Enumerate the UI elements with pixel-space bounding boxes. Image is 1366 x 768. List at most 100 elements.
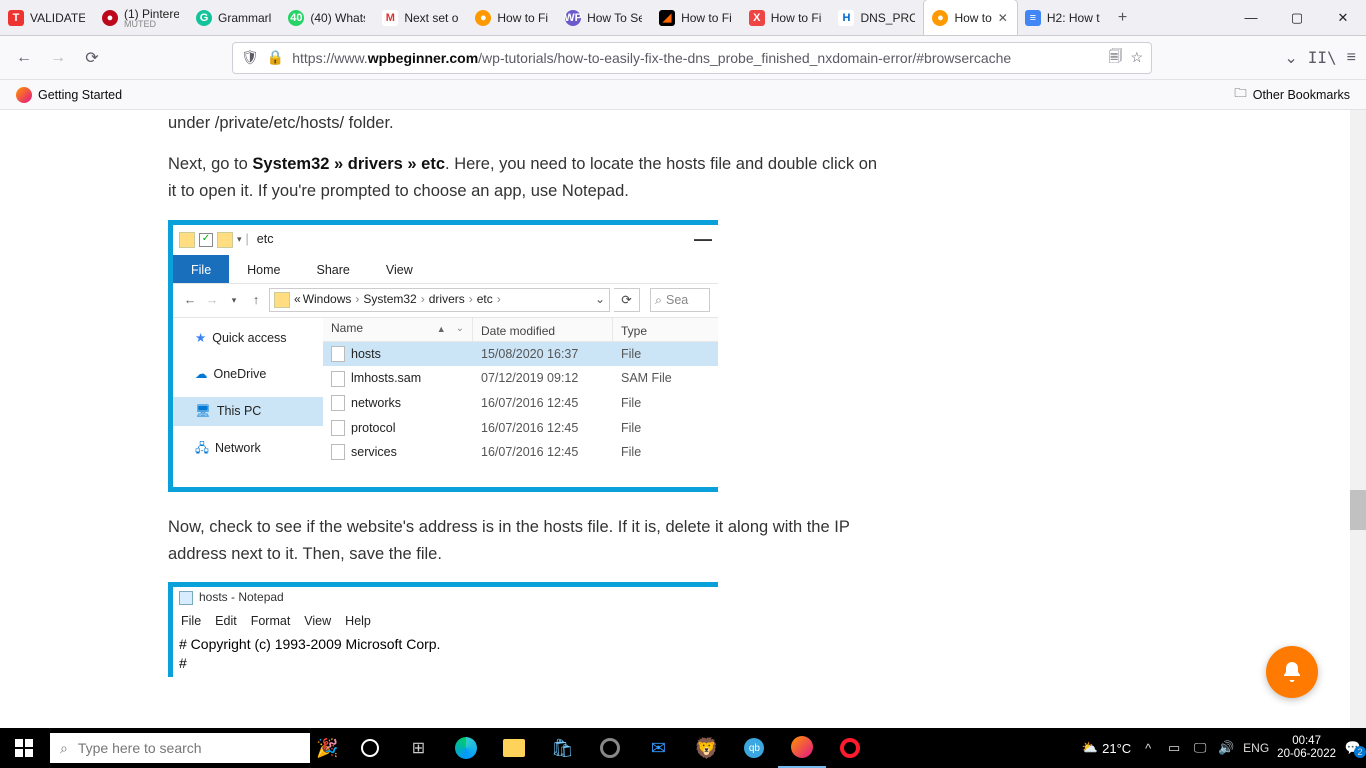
app-menu-icon[interactable]: ≡ [1347, 49, 1356, 67]
start-button[interactable] [0, 728, 48, 768]
breadcrumb[interactable]: « Windows›System32›drivers›etc› ⌄ [269, 288, 610, 312]
file-row[interactable]: networks16/07/2016 12:45File [323, 391, 718, 416]
notification-bell-button[interactable] [1266, 646, 1318, 698]
page-scrollbar[interactable] [1350, 110, 1366, 728]
browser-tab[interactable]: ◢How to Fi [651, 0, 741, 35]
scrollbar-thumb[interactable] [1350, 490, 1366, 530]
forward-button[interactable]: → [203, 290, 221, 311]
taskbar-store[interactable]: 🛍 [538, 728, 586, 768]
browser-tab[interactable]: MNext set o [374, 0, 467, 35]
explorer-search-input[interactable]: ⌕ Sea [650, 288, 710, 312]
column-header-name[interactable]: Name▲⌄ [323, 318, 473, 341]
taskbar-edge[interactable] [442, 728, 490, 768]
notepad-textarea[interactable]: # Copyright (c) 1993-2009 Microsoft Corp… [173, 634, 718, 677]
window-restore-button[interactable]: ▢ [1274, 0, 1320, 35]
taskbar-opera-gx[interactable] [586, 728, 634, 768]
menu-help[interactable]: Help [345, 611, 371, 632]
tab-close-button[interactable]: ✕ [998, 11, 1008, 25]
tray-clock[interactable]: 00:47 20-06-2022 [1277, 735, 1336, 760]
bookmark-star-icon[interactable]: ☆ [1130, 49, 1143, 66]
menu-format[interactable]: Format [251, 611, 291, 632]
tray-chevron-up-icon[interactable]: ^ [1139, 741, 1157, 756]
article-paragraph: Now, check to see if the website's addre… [168, 514, 888, 568]
window-minimize-button[interactable]: — [1228, 0, 1274, 35]
chevron-down-icon[interactable]: ⌄ [456, 321, 464, 338]
breadcrumb-segment[interactable]: drivers [429, 290, 465, 310]
file-row[interactable]: lmhosts.sam07/12/2019 09:12SAM File [323, 366, 718, 391]
browser-tab[interactable]: ●How to✕ [924, 0, 1016, 35]
taskbar-opera[interactable] [826, 728, 874, 768]
tray-display-icon[interactable]: 🖵 [1191, 740, 1209, 756]
tray-battery-icon[interactable]: ▭ [1165, 740, 1183, 756]
breadcrumb-segment[interactable]: System32 [363, 290, 416, 310]
reload-button[interactable]: ⟳ [78, 44, 106, 72]
chevron-down-icon[interactable]: ⌄ [595, 290, 605, 310]
nav-onedrive[interactable]: ☁OneDrive [173, 360, 323, 389]
tray-notifications-icon[interactable]: 💬2 [1344, 740, 1362, 756]
menu-file[interactable]: File [181, 611, 201, 632]
back-button[interactable]: ← [181, 290, 199, 311]
column-header-type[interactable]: Type [613, 318, 718, 341]
browser-tab[interactable]: XHow to Fi [741, 0, 831, 35]
bookmark-other-bookmarks[interactable]: 🗀 Other Bookmarks [1228, 81, 1356, 108]
nav-quick-access[interactable]: ★Quick access [173, 324, 323, 353]
file-row[interactable]: hosts15/08/2020 16:37File [323, 342, 718, 367]
browser-tab[interactable]: 40(40) Whats [280, 0, 374, 35]
taskbar-search-input[interactable]: ⌕ Type here to search [50, 733, 310, 763]
tray-language[interactable]: ENG [1243, 741, 1269, 755]
window-controls: — ▢ ✕ [1228, 0, 1366, 35]
ribbon-tab-home[interactable]: Home [229, 255, 298, 283]
forward-button[interactable]: → [44, 44, 72, 72]
favicon-icon: X [749, 10, 765, 26]
ribbon-tab-file[interactable]: File [173, 255, 229, 283]
taskbar-taskview[interactable]: ⊞ [394, 728, 442, 768]
windows-logo-icon [15, 739, 33, 757]
library-icon[interactable]: II\ [1308, 48, 1337, 67]
search-icon: ⌕ [60, 740, 68, 757]
store-icon: 🛍 [551, 738, 574, 759]
taskbar-firefox[interactable] [778, 728, 826, 768]
taskbar-mail[interactable]: ✉ [634, 728, 682, 768]
browser-tab[interactable]: ≡H2: How t [1017, 0, 1109, 35]
window-minimize-button[interactable]: — [694, 225, 712, 255]
taskbar-brave[interactable]: 🦁 [682, 728, 730, 768]
pocket-icon[interactable]: ⌄ [1284, 48, 1297, 68]
new-tab-button[interactable]: + [1109, 0, 1137, 35]
back-button[interactable]: ← [10, 44, 38, 72]
folder-icon [217, 232, 233, 248]
file-row[interactable]: protocol16/07/2016 12:45File [323, 416, 718, 441]
chevron-right-icon: › [495, 290, 503, 310]
cloud-icon: ☁ [195, 364, 208, 385]
browser-tab[interactable]: GGrammarl [188, 0, 280, 35]
menu-edit[interactable]: Edit [215, 611, 237, 632]
breadcrumb-segment[interactable]: etc [477, 290, 493, 310]
column-header-date[interactable]: Date modified [473, 318, 613, 341]
window-close-button[interactable]: ✕ [1320, 0, 1366, 35]
breadcrumb-segment[interactable]: Windows [303, 290, 352, 310]
file-icon [331, 395, 345, 411]
browser-tab[interactable]: HDNS_PRO [830, 0, 924, 35]
browser-tab[interactable]: ●(1) PintereMUTED [94, 0, 188, 35]
file-row[interactable]: services16/07/2016 12:45File [323, 440, 718, 465]
nav-this-pc[interactable]: 🖥This PC [173, 397, 323, 426]
refresh-button[interactable]: ⟳ [614, 288, 640, 312]
file-icon [331, 444, 345, 460]
url-bar[interactable]: 🛡 🔒 https://www.wpbeginner.com/wp-tutori… [232, 42, 1152, 74]
celebration-icon: 🎉 [316, 738, 338, 759]
taskbar-cortana[interactable] [346, 728, 394, 768]
tray-volume-icon[interactable]: 🔊 [1217, 740, 1235, 756]
history-dropdown-icon[interactable]: ▾ [225, 293, 243, 308]
bookmark-getting-started[interactable]: Getting Started [10, 84, 128, 106]
taskbar-fileexplorer[interactable] [490, 728, 538, 768]
ribbon-tab-view[interactable]: View [368, 255, 431, 283]
weather-widget[interactable]: ⛅ 21°C [1082, 740, 1131, 756]
browser-tab[interactable]: TVALIDATE [0, 0, 94, 35]
browser-tab[interactable]: ●How to Fi [467, 0, 557, 35]
up-button[interactable]: ↑ [247, 290, 265, 311]
ribbon-tab-share[interactable]: Share [299, 255, 368, 283]
taskbar-qbittorrent[interactable]: qb [730, 728, 778, 768]
nav-network[interactable]: 🖧Network [173, 434, 323, 463]
reader-mode-icon[interactable]: 🗐 [1108, 46, 1122, 70]
browser-tab[interactable]: WPHow To Se [557, 0, 651, 35]
menu-view[interactable]: View [304, 611, 331, 632]
